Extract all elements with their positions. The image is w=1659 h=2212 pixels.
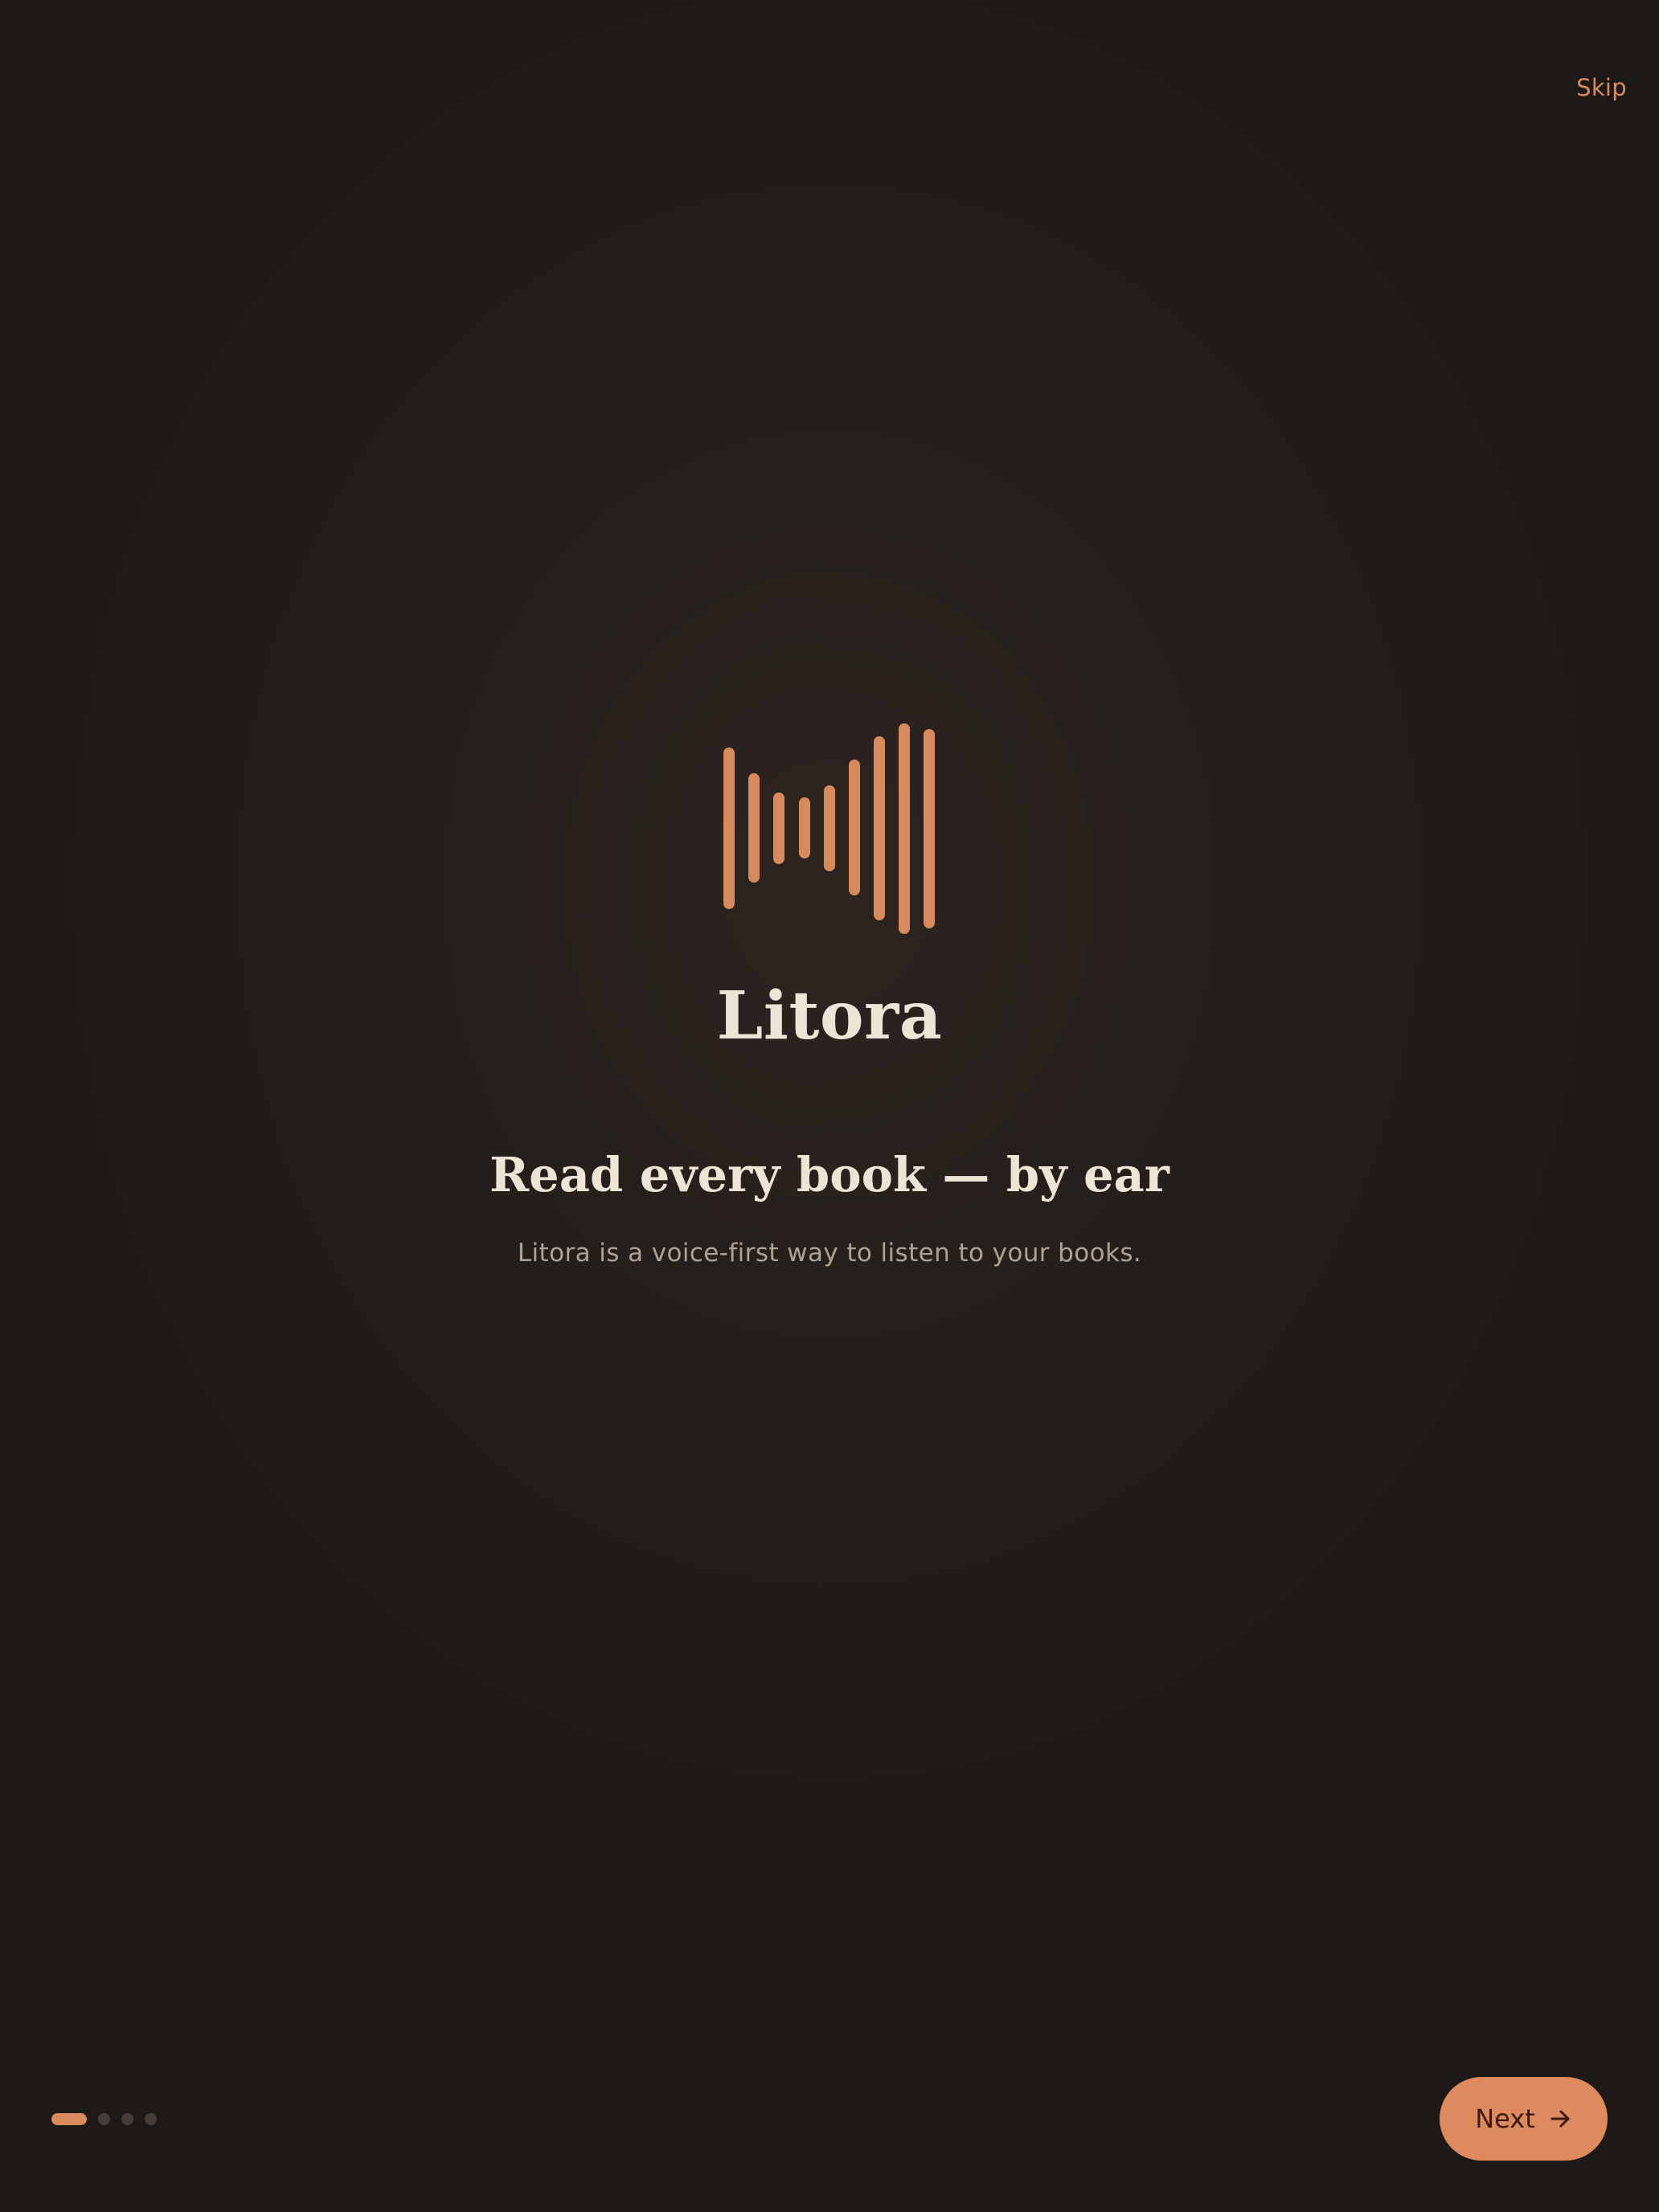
next-button-label: Next — [1475, 2103, 1535, 2134]
page-dot — [145, 2112, 157, 2125]
skip-button[interactable]: Skip — [1571, 71, 1632, 104]
page-dot — [98, 2112, 110, 2125]
onboarding-subtitle: Litora is a voice-first way to listen to… — [517, 1239, 1142, 1268]
arrow-right-icon — [1548, 2107, 1572, 2131]
onboarding-headline: Read every book — by ear — [490, 1147, 1169, 1202]
page-dot — [121, 2112, 133, 2125]
waveform-logo-icon — [722, 720, 939, 937]
page-indicator — [51, 2112, 157, 2125]
next-button[interactable]: Next — [1440, 2077, 1608, 2161]
brand-name: Litora — [716, 977, 943, 1055]
page-dot-active — [51, 2112, 87, 2125]
